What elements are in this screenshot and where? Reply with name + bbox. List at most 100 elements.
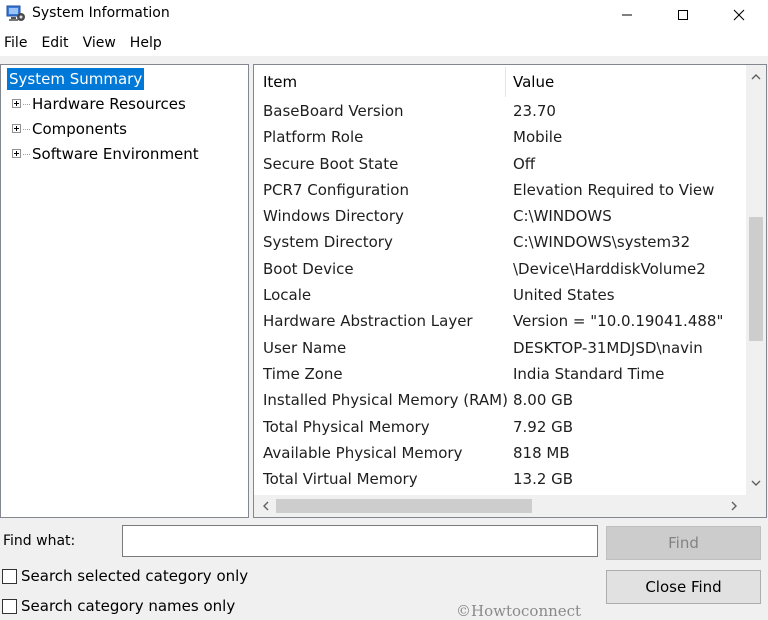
vertical-scroll-thumb[interactable] [749,217,763,341]
search-category-names-label: Search category names only [21,597,236,615]
row-item: Hardware Abstraction Layer [263,312,473,331]
search-selected-category-checkbox[interactable] [2,568,17,584]
row-value: 23.70 [513,102,556,120]
table-row[interactable]: Hardware Abstraction Layer Version = "10.… [254,309,746,335]
watermark: ©Howtoconnect [456,602,582,620]
table-row[interactable]: Available Physical Memory 818 MB [254,441,746,467]
menu-help[interactable]: Help [130,35,170,51]
system-information-app-icon [6,5,25,21]
row-value: Version = "10.0.19041.488" [513,312,724,331]
tree-connector [23,129,30,130]
row-item: User Name [263,338,347,357]
table-row[interactable]: Platform Role Mobile [254,125,746,151]
table-row[interactable]: Locale United States [254,283,746,309]
horizontal-scroll-thumb[interactable] [276,499,532,513]
row-item: Time Zone [263,364,343,383]
row-value: 818 MB [513,443,570,462]
tree-connector [23,104,30,105]
maximize-button[interactable] [660,0,706,30]
row-value: C:\WINDOWS\system32 [513,233,691,252]
chevron-up-icon [751,74,761,80]
title-bar[interactable]: System Information [0,0,768,30]
table-row[interactable]: Total Physical Memory 7.92 GB [254,415,746,441]
system-information-window: System Information File Edit View Help S… [0,0,768,620]
column-header-item[interactable]: Item [263,73,297,91]
table-row[interactable]: System Directory C:\WINDOWS\system32 [254,230,746,256]
chevron-down-icon [751,480,761,486]
menu-view[interactable]: View [83,35,124,51]
scroll-up-button[interactable] [746,67,766,87]
row-value: 8.00 GB [513,391,574,410]
find-what-label: Find what: [3,533,76,549]
column-header-value[interactable]: Value [513,73,554,91]
row-item: Total Virtual Memory [263,470,418,489]
expand-components-icon[interactable] [12,124,21,133]
row-item: Total Physical Memory [263,417,430,436]
list-header: Item Value [254,65,746,99]
row-item: Installed Physical Memory (RAM) [263,391,508,410]
table-row[interactable]: User Name DESKTOP-31MDJSD\navin [254,336,746,362]
column-divider[interactable] [505,67,506,97]
tree-item-hardware-resources[interactable]: Hardware Resources [32,93,186,115]
close-find-button[interactable]: Close Find [606,570,761,604]
table-row[interactable]: Time Zone India Standard Time [254,362,746,388]
menu-bar: File Edit View Help [0,30,768,56]
row-item: Boot Device [263,259,354,278]
row-item: System Directory [263,233,393,252]
row-item: Secure Boot State [263,154,399,173]
table-row[interactable]: Total Virtual Memory 13.2 GB [254,467,746,493]
expand-hardware-resources-icon[interactable] [12,99,21,108]
minimize-icon [622,14,632,16]
scroll-left-button[interactable] [256,496,276,516]
table-row[interactable]: PCR7 Configuration Elevation Required to … [254,178,746,204]
row-value: Elevation Required to View [513,180,715,199]
menu-file[interactable]: File [4,35,35,51]
scroll-down-button[interactable] [746,473,766,493]
category-tree[interactable]: System Summary Hardware Resources Compon… [0,64,249,518]
row-value: \Device\HarddiskVolume2 [513,259,706,278]
table-row[interactable]: Installed Physical Memory (RAM) 8.00 GB [254,388,746,414]
find-what-input[interactable] [122,525,598,557]
table-row[interactable]: Secure Boot State Off [254,152,746,178]
close-button[interactable] [716,0,762,30]
row-value: C:\WINDOWS [513,207,612,226]
close-icon [733,9,745,21]
row-item: Platform Role [263,128,364,147]
search-selected-category-label: Search selected category only [21,567,249,585]
scrollbar-corner [746,495,766,517]
scroll-right-button[interactable] [724,496,744,516]
window-title: System Information [32,5,170,21]
row-item: Locale [263,286,312,305]
row-item: Available Physical Memory [263,443,463,462]
search-category-names-checkbox[interactable] [2,598,17,614]
tree-item-software-environment[interactable]: Software Environment [32,143,199,165]
tree-connector [23,154,30,155]
tree-item-components[interactable]: Components [32,118,127,140]
row-value: Mobile [513,128,563,147]
row-value: 13.2 GB [513,470,574,489]
row-value: 7.92 GB [513,417,574,436]
row-value: United States [513,286,615,305]
menu-edit[interactable]: Edit [41,35,76,51]
row-value: Off [513,154,536,173]
maximize-icon [678,10,688,20]
chevron-left-icon [263,501,269,511]
minimize-button[interactable] [604,0,650,30]
row-value: DESKTOP-31MDJSD\navin [513,338,703,357]
horizontal-scrollbar[interactable] [254,495,746,517]
details-list[interactable]: Item Value BaseBoard Version 23.70 Platfo… [253,64,767,518]
vertical-scrollbar[interactable] [746,65,766,495]
row-item: Windows Directory [263,207,404,226]
row-item: PCR7 Configuration [263,180,409,199]
row-item: BaseBoard Version [263,102,404,120]
search-selected-category-option[interactable]: Search selected category only [2,567,248,585]
table-row[interactable]: BaseBoard Version 23.70 [254,99,746,125]
table-row[interactable]: Windows Directory C:\WINDOWS [254,204,746,230]
row-value: India Standard Time [513,364,665,383]
list-rows: BaseBoard Version 23.70 Platform Role Mobi… [254,99,746,493]
expand-software-environment-icon[interactable] [12,149,21,158]
search-category-names-option[interactable]: Search category names only [2,597,235,615]
table-row[interactable]: Boot Device \Device\HarddiskVolume2 [254,257,746,283]
find-button[interactable]: Find [606,526,761,560]
tree-item-system-summary[interactable]: System Summary [7,68,145,90]
